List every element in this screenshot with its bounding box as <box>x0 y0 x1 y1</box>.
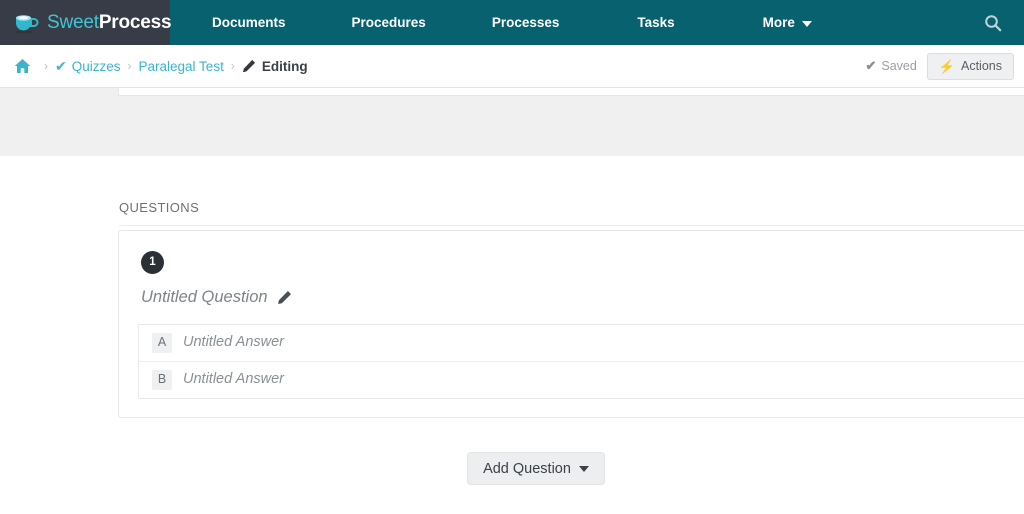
breadcrumb-bar: › ✔ Quizzes › Paralegal Test › Editing ✔… <box>0 45 1024 88</box>
nav-item-procedures[interactable]: Procedures <box>330 0 448 45</box>
breadcrumb-home-link[interactable] <box>8 58 37 74</box>
answer-text: Untitled Answer <box>183 333 285 350</box>
breadcrumb: › ✔ Quizzes › Paralegal Test › Editing <box>8 58 865 74</box>
home-icon <box>14 59 31 73</box>
brand-word-sweet: Sweet <box>47 12 99 33</box>
question-title-row[interactable]: Untitled Question <box>141 289 1024 306</box>
breadcrumb-item-paralegal-test[interactable]: Paralegal Test <box>139 59 224 74</box>
questions-section-heading: QUESTIONS <box>119 200 200 215</box>
nav-item-more[interactable]: More <box>741 0 834 45</box>
nav-item-processes[interactable]: Processes <box>470 0 582 45</box>
answer-letter-badge: A <box>152 332 172 353</box>
question-card-header: 1 Untitled Question <box>119 231 1024 306</box>
breadcrumb-item-quizzes-label: Quizzes <box>71 58 121 74</box>
breadcrumb-actions: ✔ Saved ⚡ Actions <box>865 52 1014 80</box>
actions-button[interactable]: ⚡ Actions <box>926 52 1014 80</box>
lightning-bolt-icon: ⚡ <box>938 58 955 74</box>
answer-text: Untitled Answer <box>183 370 285 387</box>
brand-word-process: Process <box>98 12 172 33</box>
status-badge-saved: ✔ Saved <box>865 58 916 74</box>
collapsed-panel-remnant <box>118 88 1024 96</box>
breadcrumb-item-quizzes[interactable]: ✔ Quizzes <box>55 59 121 74</box>
check-icon: ✔ <box>55 58 67 74</box>
add-question-button[interactable]: Add Question <box>467 452 605 485</box>
search-button[interactable] <box>962 0 1024 45</box>
pencil-icon[interactable] <box>277 290 292 305</box>
page-background-left <box>0 88 118 96</box>
breadcrumb-item-editing-label: Editing <box>261 58 308 74</box>
check-icon: ✔ <box>865 58 877 73</box>
pencil-icon <box>242 59 255 73</box>
section-divider <box>119 225 1024 226</box>
caret-down-icon <box>578 465 589 472</box>
breadcrumb-separator-3: › <box>230 59 235 73</box>
nav-item-processes-label: Processes <box>491 15 560 30</box>
nav-item-tasks[interactable]: Tasks <box>615 0 696 45</box>
coffee-cup-icon <box>15 14 39 33</box>
nav-item-tasks-label: Tasks <box>637 15 675 30</box>
breadcrumb-separator-1: › <box>44 59 48 73</box>
question-title: Untitled Question <box>141 288 268 306</box>
breadcrumb-item-paralegal-test-label: Paralegal Test <box>138 58 224 74</box>
question-card: 1 Untitled Question A Untitled Answer B … <box>118 230 1024 418</box>
nav-links: Documents Procedures Processes Tasks Mor… <box>170 0 962 45</box>
status-badge-saved-label: Saved <box>881 59 917 73</box>
add-question-button-label: Add Question <box>483 460 571 477</box>
answer-letter-badge: B <box>152 369 172 390</box>
nav-item-procedures-label: Procedures <box>351 15 426 30</box>
main-content: QUESTIONS 1 Untitled Question A Untitled… <box>0 156 1024 514</box>
brand-text: SweetProcess <box>47 12 172 33</box>
nav-item-more-label: More <box>762 15 795 30</box>
page-background-band <box>0 96 1024 156</box>
nav-item-documents-label: Documents <box>212 15 286 30</box>
breadcrumb-separator-2: › <box>127 59 132 73</box>
answer-row-a[interactable]: A Untitled Answer <box>139 325 1024 361</box>
top-navbar: SweetProcess Documents Procedures Proces… <box>0 0 1024 45</box>
answer-row-b[interactable]: B Untitled Answer <box>139 360 1024 398</box>
nav-item-documents[interactable]: Documents <box>190 0 308 45</box>
chevron-down-icon <box>801 20 812 27</box>
answers-list: A Untitled Answer B Untitled Answer <box>138 323 1024 399</box>
actions-button-label: Actions <box>961 59 1002 73</box>
brand-logo[interactable]: SweetProcess <box>0 0 172 45</box>
search-icon <box>985 14 1002 31</box>
question-number-badge: 1 <box>141 251 164 274</box>
breadcrumb-item-editing: Editing <box>242 59 308 74</box>
add-question-container: Add Question <box>0 452 1024 485</box>
